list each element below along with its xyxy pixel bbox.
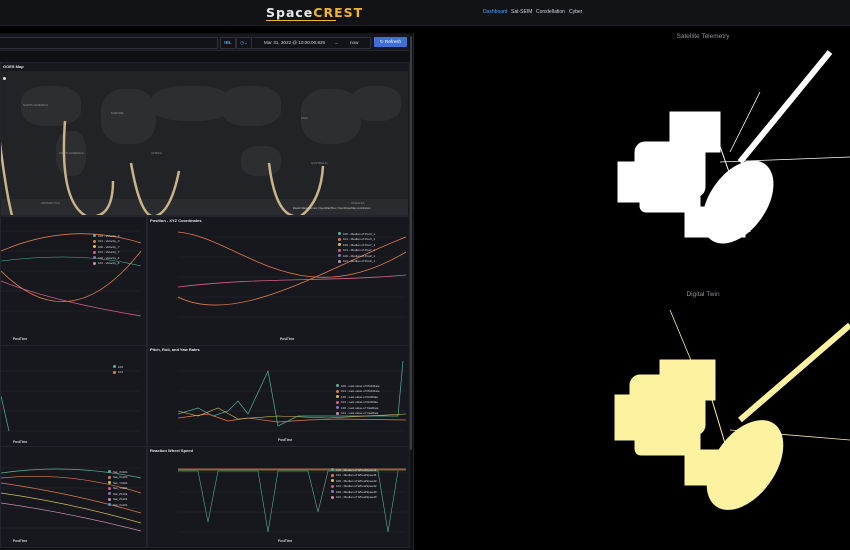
legend-item[interactable]: 101 - Velocity_Z: [93, 261, 120, 267]
time-range-to[interactable]: now: [350, 38, 358, 48]
legend-item[interactable]: 100 - Median of WheelSpeed1: [331, 467, 377, 473]
sat-panel: Sat_X1101 Sat_X1101 Sat_Y1101 Sat_Y1101 …: [0, 446, 147, 548]
legend-item[interactable]: 100 - Last value of PitchRate: [336, 383, 380, 389]
x-axis-label: PostTime: [280, 337, 295, 341]
nav-sat-seim[interactable]: Sat-SEIM: [511, 9, 532, 15]
legend-item[interactable]: 100 - Median of WheelSpeed2: [331, 478, 377, 484]
wheel-legend: 100 - Median of WheelSpeed1 101 - Median…: [331, 467, 377, 500]
series-line: [1, 280, 142, 317]
series-line: [1, 256, 142, 267]
legend-item[interactable]: 100 - Median of WheelSpeed3: [331, 489, 377, 495]
position-legend: 100 - Median of PosX_1 101 - Median of P…: [338, 231, 375, 264]
panel-title: Pitch, Roll, and Yaw Rates: [150, 347, 200, 352]
legend-item[interactable]: 101: [113, 370, 123, 376]
legend-item[interactable]: 101 - Last value of PitchRate: [336, 389, 380, 395]
time-range-picker[interactable]: Mar 31, 2022 @ 10:00:00.825 → now: [251, 37, 371, 49]
legend-item[interactable]: 101 - Last value of YawRate: [336, 411, 380, 417]
satellite-telemetry-model[interactable]: [600, 42, 850, 252]
legend-item[interactable]: 101 - Last value of RollRate: [336, 400, 380, 406]
nav-cyber[interactable]: Cyber: [569, 9, 582, 15]
nav-dashboard[interactable]: Dashboard: [483, 9, 507, 15]
legend-item[interactable]: 100 - Median of PosZ_1: [338, 253, 375, 259]
telemetry-viewer-title: Satellite Telemetry: [676, 33, 730, 40]
brand-crest: CREST: [313, 5, 364, 20]
zoom-in-icon[interactable]: [3, 77, 6, 80]
dashboard-scrollbar[interactable]: [410, 36, 412, 450]
velocity-chart[interactable]: [1, 221, 146, 337]
top-navbar: SpaceCREST Dashboard Sat-SEIM Constellat…: [0, 0, 850, 26]
legend-item[interactable]: 101 - Median of PosZ_1: [338, 259, 375, 265]
kql-toggle[interactable]: IBL: [220, 37, 236, 49]
legend-item[interactable]: 100 - Median of PosY_1: [338, 242, 375, 248]
wheel-panel: Reaction Wheel Speed 100 - Median of Whe…: [147, 446, 410, 548]
digital-twin-viewer-title: Digital Twin: [686, 291, 720, 298]
world-map[interactable]: NORTH AMERICA SOUTH AMERICA ANTARCTICA E…: [1, 71, 408, 215]
brand-underline: [266, 20, 336, 21]
position-panel: Position - XYZ Coordinates 100 - Median …: [147, 216, 410, 346]
series-line: [178, 274, 406, 288]
sat-legend: Sat_X1101 Sat_X1101 Sat_Y1101 Sat_Y1101 …: [108, 469, 128, 508]
map-panel-title: GOES Map: [3, 64, 24, 69]
digital-twin-model[interactable]: [600, 300, 850, 520]
x-axis-label: PostTime: [13, 337, 28, 341]
orbit-ground-track: [1, 120, 325, 215]
pry-legend: 100 - Last value of PitchRate 101 - Last…: [336, 383, 380, 416]
x-axis-label: PostTime: [13, 440, 28, 444]
series-line: [1, 395, 10, 432]
clock-icon[interactable]: ◷⌄: [236, 37, 252, 49]
nav-constellation[interactable]: Constellation: [536, 9, 565, 15]
panel-title: Reaction Wheel Speed: [150, 448, 193, 453]
small-chart[interactable]: [1, 356, 146, 436]
brand-space: Space: [266, 5, 314, 20]
panel-title: Position - XYZ Coordinates: [150, 218, 202, 223]
legend-item[interactable]: 100 - Last value of YawRate: [336, 405, 380, 411]
x-axis-label: PostTime: [13, 539, 28, 543]
velocity-panel: 100 - Velocity_X 101 - Velocity_X 100 - …: [0, 216, 147, 346]
series-line: [1, 233, 142, 252]
x-axis-label: PostTime: [278, 438, 293, 442]
map-attribution: Elastic Maps Service | OpenMapTiles | Op…: [293, 207, 371, 210]
legend-item[interactable]: 100 - Median of PosX_1: [338, 231, 375, 237]
refresh-label: Refresh: [385, 39, 402, 44]
legend-item[interactable]: Sat_X1101: [108, 502, 128, 508]
small-legend: 100 101: [113, 364, 123, 375]
legend-item[interactable]: 101 - Median of PosY_1: [338, 248, 375, 254]
brand-logo[interactable]: SpaceCREST: [266, 5, 363, 20]
search-input[interactable]: [0, 37, 218, 49]
time-range-from[interactable]: Mar 31, 2022 @ 10:00:00.825: [264, 38, 325, 48]
legend-item[interactable]: 100 - Last value of RollRate: [336, 394, 380, 400]
map-panel: GOES Map NORTH AMERICA SOUTH AMERICA ANT…: [0, 62, 410, 216]
query-toolbar: IBL ◷⌄ Mar 31, 2022 @ 10:00:00.825 → now: [0, 34, 409, 51]
arrow-right-icon: →: [334, 40, 339, 45]
velocity-legend: 100 - Velocity_X 101 - Velocity_X 100 - …: [93, 233, 120, 266]
x-axis-label: PostTime: [278, 539, 293, 543]
legend-item[interactable]: 101 - Median of PosX_1: [338, 237, 375, 243]
legend-item[interactable]: 101 - Median of WheelSpeed1: [331, 473, 377, 479]
small-chart-panel: 100 101 PostTime: [0, 345, 147, 447]
legend-item[interactable]: 101 - Median of WheelSpeed3: [331, 495, 377, 501]
map-zoom-controls[interactable]: [3, 77, 6, 107]
legend-item[interactable]: 101 - Median of WheelSpeed2: [331, 484, 377, 490]
refresh-button[interactable]: ↻ Refresh: [374, 37, 407, 47]
pry-panel: Pitch, Roll, and Yaw Rates 100 - Last va…: [147, 345, 410, 447]
